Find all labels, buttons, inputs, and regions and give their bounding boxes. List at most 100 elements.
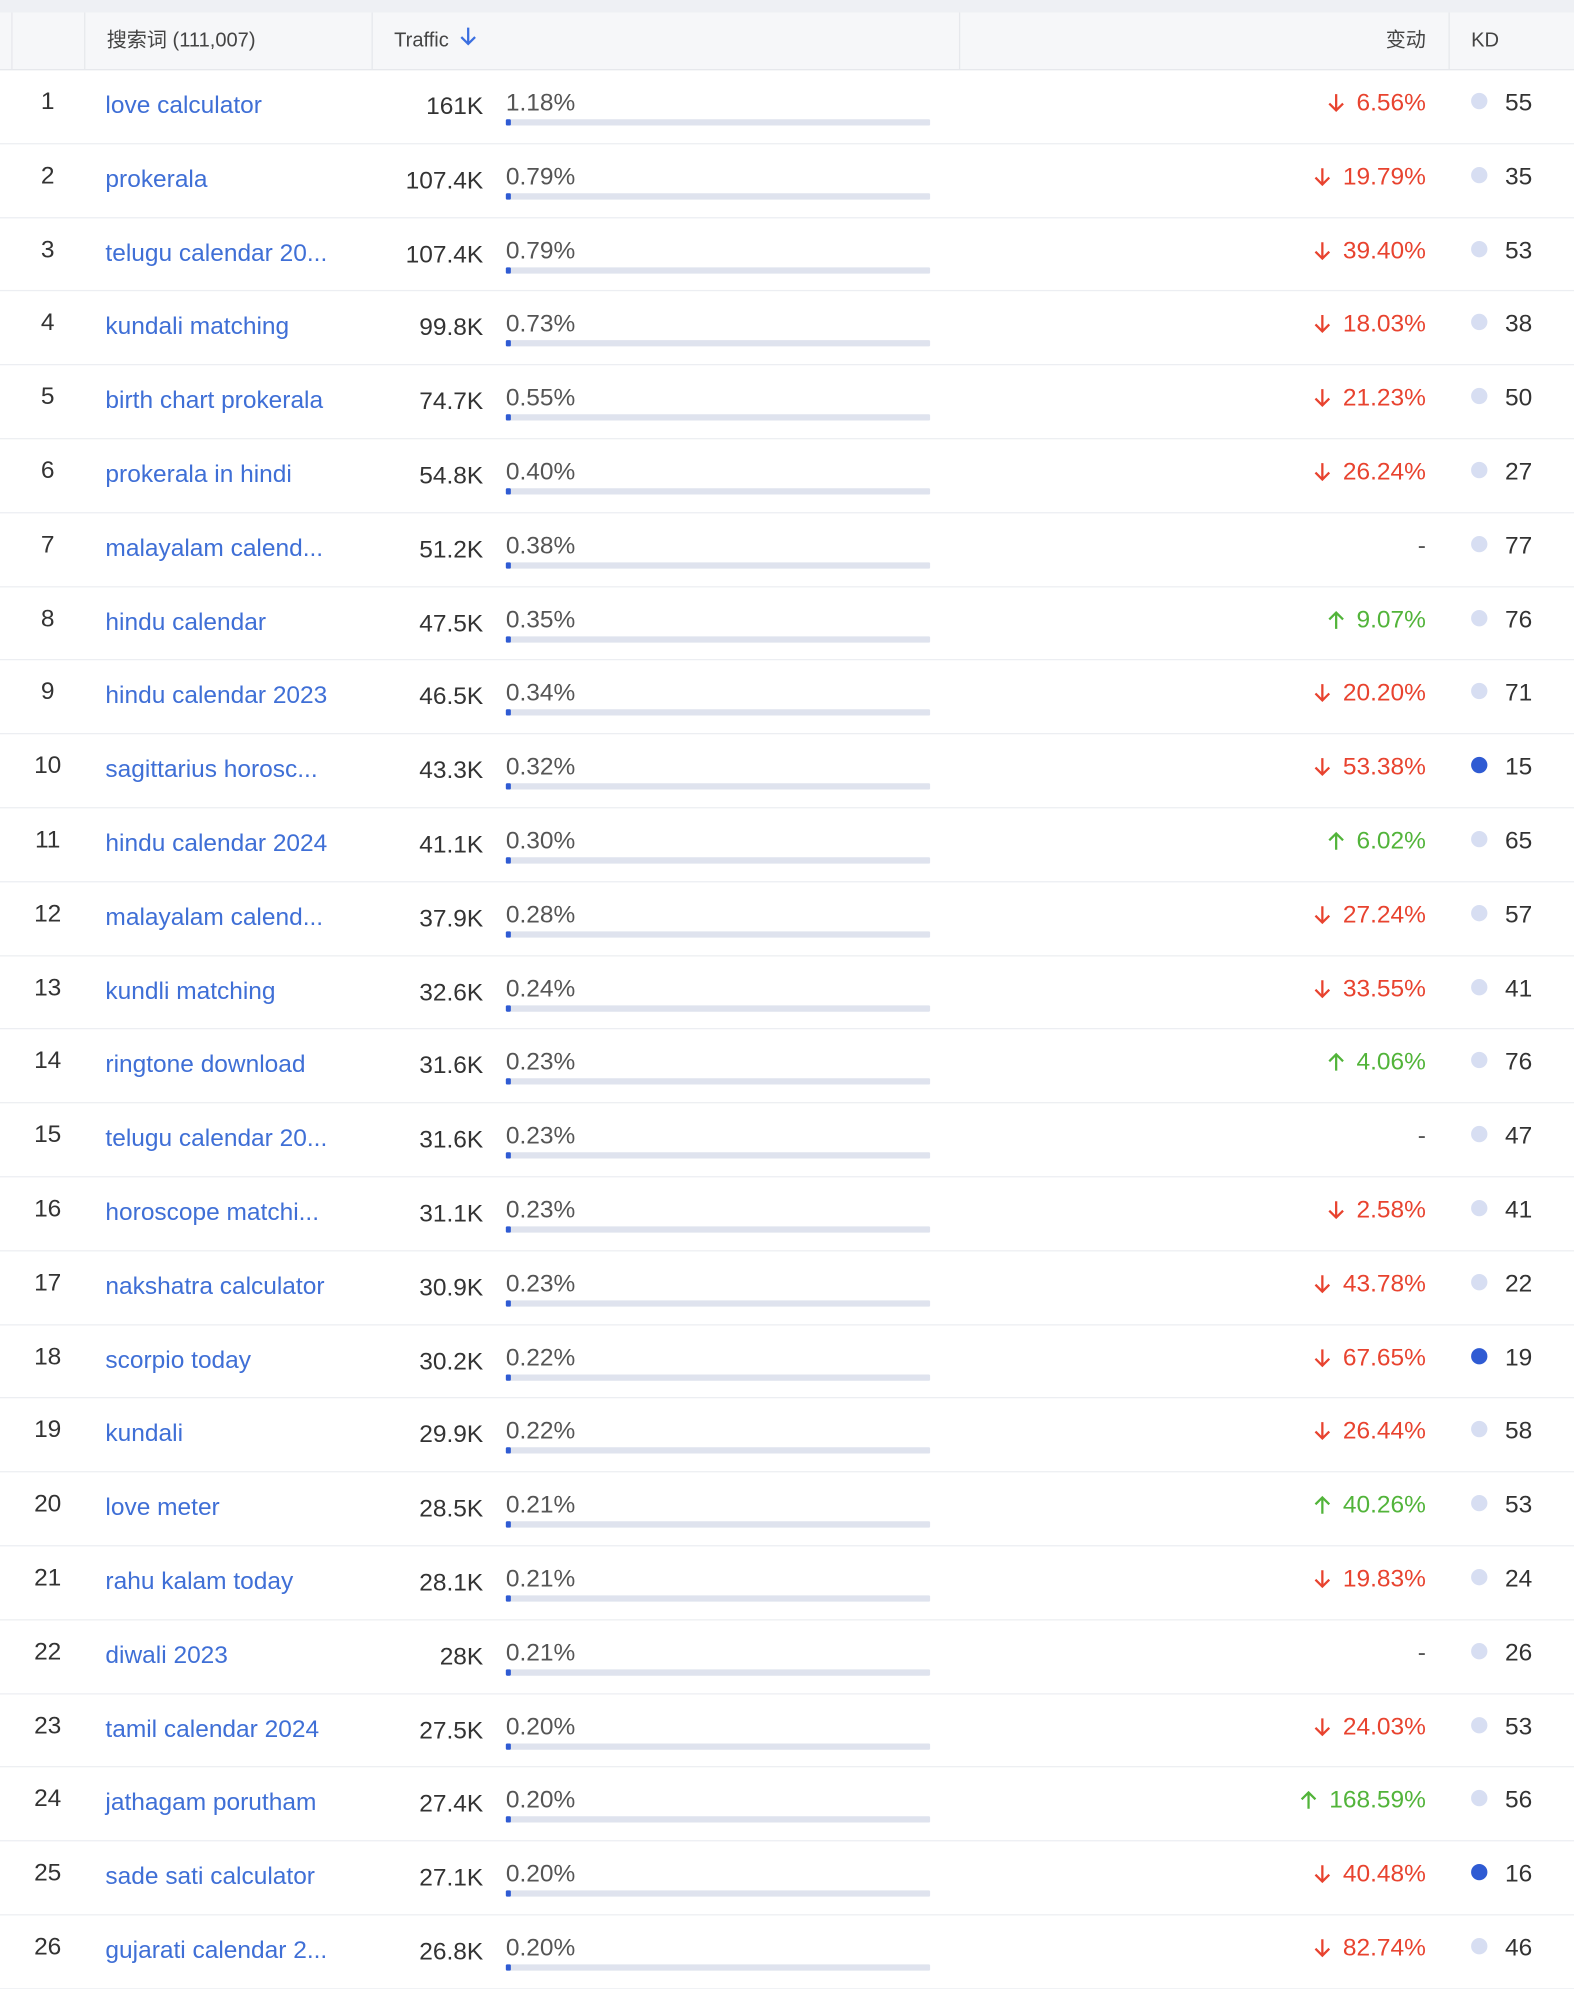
change-text: 40.26%	[1342, 1491, 1426, 1519]
keyword-link[interactable]: kundli matching	[105, 977, 275, 1006]
header-traffic[interactable]: Traffic	[371, 12, 961, 70]
keyword-link[interactable]: horoscope matchi...	[105, 1199, 319, 1228]
traffic-share-bar-fill	[505, 1521, 511, 1528]
change-value: 19.83%	[1314, 1565, 1426, 1594]
traffic-share-bar-fill	[505, 1595, 511, 1602]
kd-dot-icon	[1471, 1126, 1488, 1143]
traffic-value: 28.1K	[419, 1568, 484, 1597]
kd-cell: 46	[1471, 1934, 1532, 1963]
table-row: 12 malayalam calend... 37.9K 0.28% 27.24% 57	[0, 882, 1574, 956]
row-index: 12	[34, 899, 62, 928]
kd-value: 76	[1504, 1048, 1533, 1077]
row-index: 14	[34, 1047, 62, 1075]
arrow-down-icon	[1314, 1939, 1330, 1958]
traffic-share: 0.38%	[505, 531, 576, 560]
kd-value: 35	[1504, 162, 1533, 191]
keyword-link[interactable]: hindu calendar 2024	[105, 830, 327, 859]
change-text: 24.03%	[1342, 1712, 1426, 1741]
keyword-link[interactable]: malayalam calend...	[105, 903, 323, 932]
keyword-link[interactable]: prokerala in hindi	[105, 461, 291, 490]
kd-cell: 65	[1471, 827, 1532, 856]
table-row: 10 sagittarius horosc... 43.3K 0.32% 53.38% 1…	[0, 735, 1574, 809]
change-value: 82.74%	[1314, 1934, 1426, 1963]
kd-value: 55	[1504, 89, 1533, 117]
keyword-link[interactable]: love calculator	[105, 92, 261, 121]
traffic-share-bar-fill	[505, 635, 511, 643]
header-change[interactable]: 变动	[958, 12, 1449, 70]
table-row: 1 love calculator 161K 1.18% 6.56% 55	[0, 70, 1574, 145]
traffic-share: 0.40%	[505, 458, 576, 486]
traffic-share: 0.21%	[505, 1638, 576, 1667]
traffic-share-bar	[505, 1004, 931, 1012]
keyword-link[interactable]: malayalam calend...	[105, 534, 323, 563]
kd-dot-icon	[1471, 609, 1488, 626]
keyword-link[interactable]: gujarati calendar 2...	[105, 1937, 327, 1966]
traffic-share-bar-fill	[505, 1669, 511, 1676]
table-row: 21 rahu kalam today 28.1K 0.21% 19.83% 24	[0, 1546, 1574, 1621]
kd-value: 41	[1504, 1196, 1533, 1224]
traffic-value: 54.8K	[419, 461, 484, 490]
change-value: 53.38%	[1314, 753, 1426, 782]
keyword-link[interactable]: telugu calendar 20...	[105, 239, 327, 268]
arrow-down-icon	[1314, 1865, 1330, 1884]
keyword-link[interactable]: jathagam porutham	[105, 1789, 316, 1818]
row-index: 19	[34, 1416, 62, 1444]
keyword-link[interactable]: scorpio today	[105, 1346, 251, 1375]
kd-dot-icon	[1471, 1495, 1488, 1512]
traffic-share-bar	[505, 1152, 931, 1159]
header-keyword[interactable]: 搜索词 (111,007)	[84, 12, 371, 70]
keyword-link[interactable]: kundali	[105, 1420, 183, 1449]
arrow-down-icon	[1314, 1422, 1330, 1441]
traffic-share-bar	[505, 266, 931, 274]
table-row: 20 love meter 28.5K 0.21% 40.26% 53	[0, 1473, 1574, 1547]
keyword-link[interactable]: ringtone download	[105, 1051, 305, 1080]
arrow-down-icon	[1314, 1570, 1330, 1589]
table-row: 4 kundali matching 99.8K 0.73% 18.03% 38	[0, 292, 1574, 366]
header-index-cell	[11, 12, 84, 70]
arrow-up-icon	[1328, 831, 1344, 850]
kd-value: 56	[1504, 1786, 1533, 1815]
top-strip	[0, 0, 1574, 13]
traffic-value: 30.9K	[419, 1273, 484, 1302]
keyword-link[interactable]: hindu calendar	[105, 608, 266, 637]
change-text: 20.20%	[1342, 679, 1426, 708]
keyword-link[interactable]: rahu kalam today	[105, 1568, 293, 1597]
kd-value: 16	[1504, 1860, 1533, 1888]
keyword-link[interactable]: tamil calendar 2024	[105, 1715, 319, 1744]
keyword-link[interactable]: nakshatra calculator	[105, 1272, 324, 1301]
keyword-link[interactable]: prokerala	[105, 165, 207, 194]
traffic-share-bar-fill	[505, 783, 511, 790]
change-value: 39.40%	[1314, 237, 1426, 266]
keyword-link[interactable]: diwali 2023	[105, 1641, 227, 1670]
keyword-link[interactable]: birth chart prokerala	[105, 387, 323, 416]
change-text: 39.40%	[1342, 236, 1426, 265]
change-text: -	[1417, 1638, 1426, 1667]
traffic-share-bar-fill	[505, 414, 511, 421]
kd-cell: 53	[1471, 237, 1532, 266]
traffic-share-bar-fill	[505, 1816, 511, 1823]
keyword-link[interactable]: sagittarius horosc...	[105, 756, 317, 785]
change-value: 20.20%	[1314, 680, 1426, 709]
kd-dot-icon	[1471, 1716, 1488, 1733]
traffic-value: 107.4K	[405, 166, 484, 195]
keyword-link[interactable]: love meter	[105, 1494, 219, 1523]
change-value: 4.06%	[1328, 1049, 1426, 1078]
kd-value: 47	[1504, 1122, 1533, 1150]
sort-down-arrow-icon[interactable]	[459, 13, 477, 69]
header-kd[interactable]: KD	[1448, 12, 1574, 70]
traffic-share-bar-fill	[505, 1226, 511, 1233]
kd-dot-icon	[1471, 461, 1488, 479]
keyword-link[interactable]: telugu calendar 20...	[105, 1125, 327, 1154]
keyword-link[interactable]: sade sati calculator	[105, 1863, 315, 1892]
keyword-link[interactable]: kundali matching	[105, 313, 289, 342]
traffic-share: 0.20%	[505, 1712, 576, 1741]
traffic-value: 47.5K	[419, 609, 484, 638]
kd-cell: 55	[1471, 89, 1532, 118]
kd-cell: 57	[1471, 901, 1532, 930]
traffic-share-bar-fill	[505, 931, 511, 938]
table-row: 18 scorpio today 30.2K 0.22% 67.65% 19	[0, 1325, 1574, 1399]
traffic-value: 31.6K	[419, 1126, 484, 1154]
arrow-down-icon	[1328, 94, 1344, 113]
keyword-link[interactable]: hindu calendar 2023	[105, 682, 327, 711]
row-index: 1	[40, 87, 55, 116]
